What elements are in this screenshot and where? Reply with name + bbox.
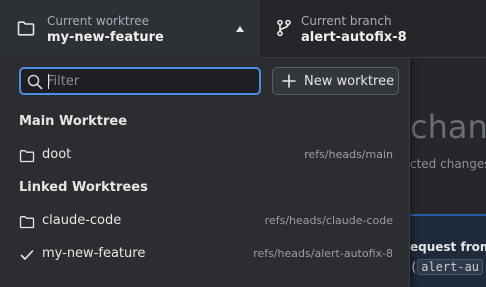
current-worktree-value: my-new-feature	[47, 30, 164, 45]
git-branch-icon	[277, 19, 291, 37]
worktree-item-doot[interactable]: doot refs/heads/main	[0, 139, 410, 172]
filter-field[interactable]	[19, 67, 261, 95]
worktree-name: my-new-feature	[42, 246, 146, 261]
worktree-name: claude-code	[42, 213, 122, 228]
background-subtext: cted changes	[410, 157, 486, 171]
background-code: (alert-au	[410, 259, 484, 275]
new-worktree-button[interactable]: New worktree	[272, 67, 399, 95]
worktree-name: doot	[42, 147, 72, 162]
folder-icon	[17, 21, 35, 36]
worktree-ref: refs/heads/main	[304, 148, 393, 161]
filter-input[interactable]	[47, 71, 255, 91]
current-worktree-button[interactable]: Current worktree my-new-feature	[0, 0, 260, 58]
background-branch-chip: alert-au	[417, 259, 484, 275]
text-cursor	[48, 74, 49, 89]
worktree-item-my-new-feature[interactable]: my-new-feature refs/heads/alert-autofix-…	[0, 238, 410, 271]
current-branch-value: alert-autofix-8	[301, 30, 407, 45]
search-icon	[27, 74, 43, 90]
current-branch-button[interactable]: Current branch alert-autofix-8	[260, 0, 486, 58]
plus-icon	[282, 74, 296, 88]
caret-up-icon	[236, 26, 244, 32]
check-icon	[20, 250, 34, 260]
folder-icon	[19, 216, 35, 229]
worktree-ref: refs/heads/claude-code	[264, 214, 393, 227]
new-worktree-label: New worktree	[304, 74, 395, 89]
worktree-item-claude-code[interactable]: claude-code refs/heads/claude-code	[0, 205, 410, 238]
folder-icon	[19, 150, 35, 163]
toolbar: Current worktree my-new-feature Current …	[0, 0, 486, 58]
section-main-worktree: Main Worktree	[19, 114, 128, 129]
background-request-text: equest from	[410, 240, 486, 254]
current-branch-label: Current branch	[301, 14, 392, 28]
background-heading: chan	[410, 108, 486, 146]
section-linked-worktrees: Linked Worktrees	[19, 180, 148, 195]
worktree-dropdown: New worktree Main Worktree doot refs/hea…	[0, 58, 410, 287]
current-worktree-label: Current worktree	[47, 14, 150, 28]
worktree-ref: refs/heads/alert-autofix-8	[253, 247, 393, 260]
